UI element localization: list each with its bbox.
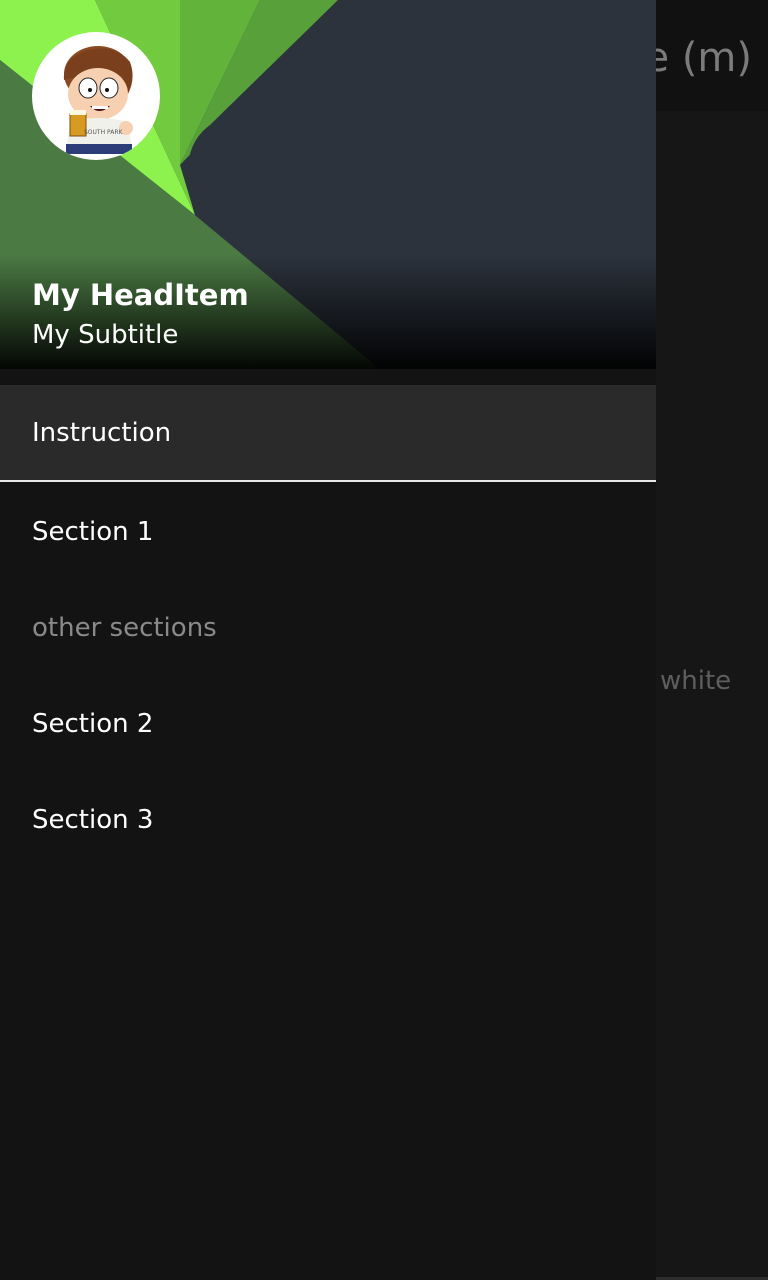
header-subtitle: My Subtitle: [32, 320, 179, 350]
nav-item-label: Instruction: [32, 418, 172, 448]
nav-item-section-2[interactable]: Section 2: [0, 676, 656, 772]
avatar-character-image: SOUTH PARK: [63, 46, 133, 154]
navigation-drawer[interactable]: SOUTH PARK My HeadItem My Subtitle Instr…: [0, 0, 656, 1280]
section-header-label: other sections: [32, 613, 217, 643]
nav-item-section-1[interactable]: Section 1: [0, 484, 656, 580]
header-title: My HeadItem: [32, 278, 249, 312]
nav-item-label: Section 2: [32, 709, 154, 739]
nav-item-label: Section 3: [32, 805, 154, 835]
nav-item-label: Section 1: [32, 517, 154, 547]
profile-avatar[interactable]: SOUTH PARK: [32, 32, 160, 160]
drawer-header[interactable]: SOUTH PARK My HeadItem My Subtitle: [0, 0, 656, 369]
content-label: white: [660, 666, 732, 696]
svg-text:SOUTH PARK: SOUTH PARK: [84, 129, 124, 136]
nav-item-section-3[interactable]: Section 3: [0, 772, 656, 868]
drawer-divider: [0, 480, 656, 482]
nav-item-instruction[interactable]: Instruction: [0, 385, 656, 481]
section-header-other-sections: other sections: [0, 580, 656, 676]
